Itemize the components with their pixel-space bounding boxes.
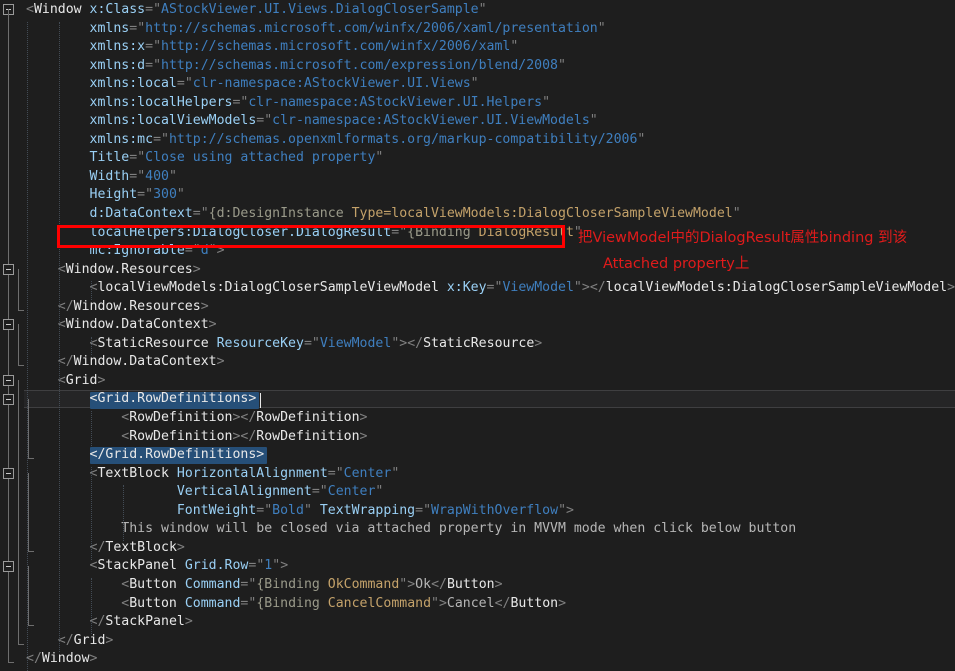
collapse-toggle-icon[interactable] (3, 319, 14, 331)
outlining-bracket (18, 268, 19, 310)
code-line[interactable]: xmlns:localViewModels="clr-namespace:ASt… (0, 112, 955, 131)
code-line[interactable]: <RowDefinition></RowDefinition> (0, 428, 955, 447)
collapse-toggle-icon[interactable] (3, 375, 14, 386)
outlining-bracket (28, 472, 29, 551)
code-line[interactable]: <StackPanel Grid.Row="1"> (0, 557, 955, 576)
outlining-bracket-end (18, 309, 24, 311)
code-line[interactable]: xmlns:localHelpers="clr-namespace:AStock… (0, 94, 955, 113)
code-line[interactable]: This window will be closed via attached … (0, 520, 955, 539)
outlining-bracket (18, 324, 19, 366)
code-line[interactable]: xmlns:local="clr-namespace:AStockViewer.… (0, 75, 955, 94)
code-line[interactable]: <Grid> (0, 372, 955, 391)
code-line[interactable]: </StackPanel> (0, 613, 955, 632)
code-line[interactable]: <localViewModels:DialogCloserSampleViewM… (0, 279, 955, 298)
code-line[interactable]: Title="Close using attached property" (0, 149, 955, 168)
annotation-text-line2: Attached property上 (603, 256, 750, 272)
outlining-bracket (18, 380, 19, 644)
code-line[interactable]: </TextBlock> (0, 539, 955, 558)
code-line[interactable]: Width="400" (0, 168, 955, 187)
code-line[interactable]: </Window.Resources> (0, 298, 955, 317)
indent-guide (59, 21, 61, 653)
xaml-code-editor[interactable]: <Window x:Class="AStockViewer.UI.Views.D… (0, 0, 955, 671)
code-line[interactable]: <Window.Resources> (0, 261, 955, 280)
outlining-bracket-end (28, 550, 34, 552)
outlining-bracket (28, 565, 29, 626)
outlining-bracket-end (8, 662, 14, 664)
annotation-text-line1: 把ViewModel中的DialogResult属性binding 到该 (578, 230, 908, 246)
indent-guide (91, 578, 93, 634)
code-line[interactable]: <RowDefinition></RowDefinition> (0, 409, 955, 428)
collapse-toggle-icon[interactable] (3, 560, 14, 572)
code-line[interactable]: </Grid> (0, 632, 955, 651)
code-line[interactable]: xmlns:d="http://schemas.microsoft.com/ex… (0, 57, 955, 76)
code-line[interactable]: Height="300" (0, 186, 955, 205)
outlining-bracket-end (28, 625, 34, 627)
code-line[interactable]: <Grid.RowDefinitions> (0, 390, 955, 409)
code-line[interactable]: VerticalAlignment="Center" (0, 483, 955, 502)
code-line[interactable]: xmlns:mc="http://schemas.openxmlformats.… (0, 131, 955, 150)
code-line[interactable]: d:DataContext="{d:DesignInstance Type=lo… (0, 205, 955, 224)
collapse-toggle-icon[interactable] (3, 467, 14, 479)
outlining-bracket-end (18, 643, 24, 645)
code-line[interactable]: <Button Command="{Binding CancelCommand"… (0, 595, 955, 614)
code-line[interactable]: FontWeight="Bold" TextWrapping="WrapWith… (0, 502, 955, 521)
outlining-bracket-end (18, 365, 24, 367)
code-line[interactable]: <StaticResource ResourceKey="ViewModel">… (0, 335, 955, 354)
code-line[interactable]: </Window> (0, 650, 955, 669)
code-line[interactable]: <Window x:Class="AStockViewer.UI.Views.D… (0, 1, 955, 20)
indent-guide (91, 281, 93, 300)
code-text-layer[interactable]: <Window x:Class="AStockViewer.UI.Views.D… (0, 1, 955, 669)
indent-guide (91, 411, 93, 449)
code-line[interactable]: </Window.DataContext> (0, 353, 955, 372)
code-line[interactable]: <TextBlock HorizontalAlignment="Center" (0, 465, 955, 484)
indent-guide (91, 336, 93, 356)
code-line[interactable]: </Grid.RowDefinitions> (0, 446, 955, 465)
code-line[interactable]: xmlns:x="http://schemas.microsoft.com/wi… (0, 38, 955, 57)
code-line[interactable]: xmlns="http://schemas.microsoft.com/winf… (0, 20, 955, 39)
code-line[interactable]: <Window.DataContext> (0, 316, 955, 335)
indent-guide (91, 466, 93, 560)
code-line[interactable]: <Button Command="{Binding OkCommand">Ok<… (0, 576, 955, 595)
indent-guide (123, 485, 125, 541)
collapse-toggle-icon[interactable] (3, 263, 14, 275)
